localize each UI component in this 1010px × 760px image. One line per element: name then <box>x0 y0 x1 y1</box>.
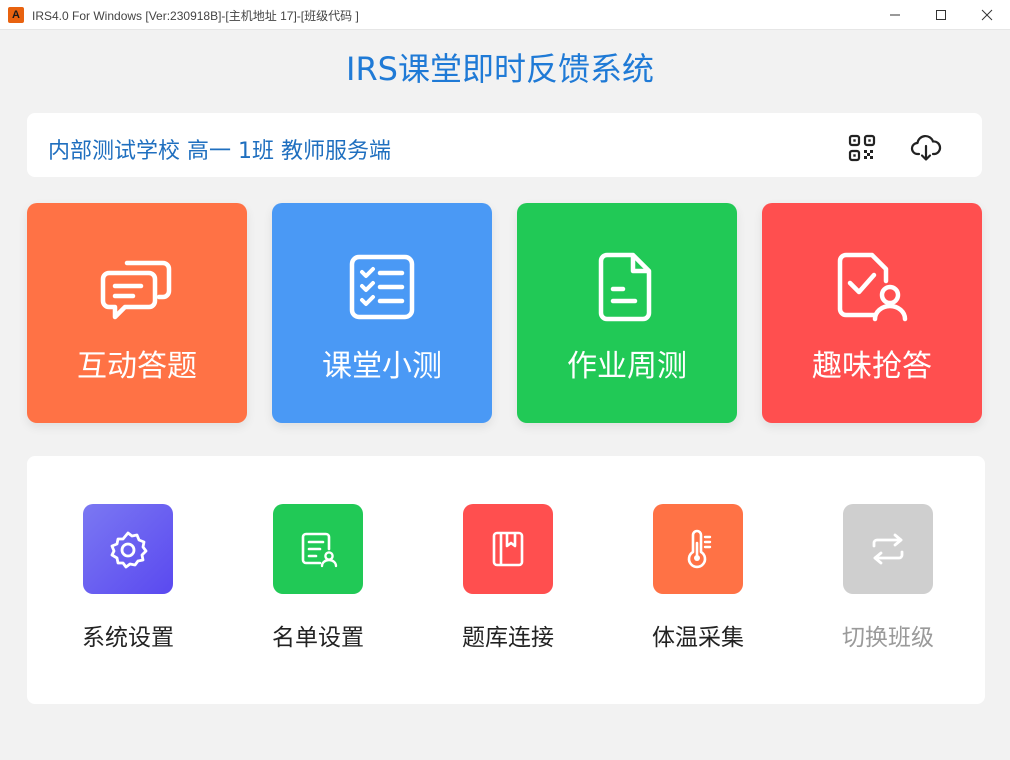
system-settings-button[interactable]: 系统设置 <box>27 504 217 654</box>
close-button[interactable] <box>964 0 1010 30</box>
tile-class-quiz[interactable]: 课堂小测 <box>272 203 492 423</box>
switch-class-button[interactable]: 切换班级 <box>787 504 977 654</box>
tools-panel: 系统设置 名单设置 题库连接 体温采集 切换班级 <box>27 456 985 704</box>
tile-interactive-quiz[interactable]: 互动答题 <box>27 203 247 423</box>
document-icon <box>598 252 652 322</box>
switch-arrows-icon <box>872 533 904 565</box>
tool-icon-box <box>463 504 553 594</box>
app-logo-icon: A <box>8 7 24 23</box>
tool-icon-box <box>653 504 743 594</box>
tool-icon-box <box>273 504 363 594</box>
roster-settings-button[interactable]: 名单设置 <box>217 504 407 654</box>
tool-label: 切换班级 <box>842 625 934 651</box>
close-icon <box>981 9 993 21</box>
cloud-download-icon <box>910 135 942 161</box>
gear-icon <box>110 531 148 569</box>
tile-fun-buzzer[interactable]: 趣味抢答 <box>762 203 982 423</box>
maximize-icon <box>936 10 946 20</box>
window-title: IRS4.0 For Windows [Ver:230918B]-[主机地址 1… <box>32 9 359 23</box>
minimize-icon <box>890 14 900 16</box>
user-check-icon <box>837 252 908 322</box>
tile-label: 互动答题 <box>77 349 197 384</box>
book-icon <box>492 531 524 567</box>
app-heading: IRS课堂即时反馈系统 <box>346 50 654 88</box>
info-bar: 内部测试学校 高一 1班 教师服务端 <box>27 113 982 177</box>
roster-icon <box>301 532 338 568</box>
tool-label: 名单设置 <box>272 625 364 651</box>
cloud-download-button[interactable] <box>910 133 942 163</box>
tile-label: 课堂小测 <box>322 349 442 384</box>
temperature-collect-button[interactable]: 体温采集 <box>597 504 787 654</box>
chat-bubbles-icon <box>100 260 172 320</box>
tool-icon-box <box>83 504 173 594</box>
tool-label: 题库连接 <box>462 625 554 651</box>
question-bank-button[interactable]: 题库连接 <box>407 504 597 654</box>
tile-homework-weekly[interactable]: 作业周测 <box>517 203 737 423</box>
tile-label: 作业周测 <box>567 349 687 384</box>
tool-label: 系统设置 <box>82 625 174 651</box>
school-class-label: 内部测试学校 高一 1班 教师服务端 <box>48 139 391 164</box>
checklist-icon <box>349 254 415 320</box>
minimize-button[interactable] <box>872 0 918 30</box>
tool-icon-box <box>843 504 933 594</box>
qr-code-icon <box>848 134 876 162</box>
window-titlebar: A IRS4.0 For Windows [Ver:230918B]-[主机地址… <box>0 0 1010 30</box>
maximize-button[interactable] <box>918 0 964 30</box>
thermometer-icon <box>687 529 712 569</box>
tile-label: 趣味抢答 <box>812 349 932 384</box>
tool-label: 体温采集 <box>652 625 744 651</box>
qr-code-button[interactable] <box>847 133 877 163</box>
